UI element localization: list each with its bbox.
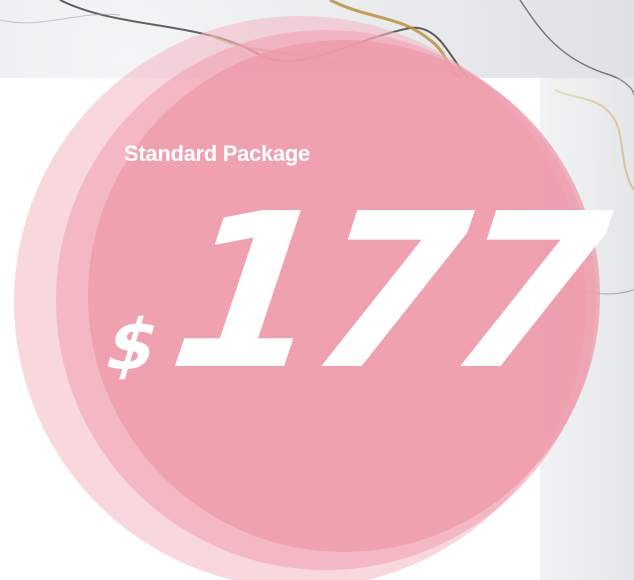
price-amount: 177 [158, 168, 611, 417]
currency-symbol: $ [103, 304, 162, 386]
package-title: Standard Package [124, 141, 310, 166]
